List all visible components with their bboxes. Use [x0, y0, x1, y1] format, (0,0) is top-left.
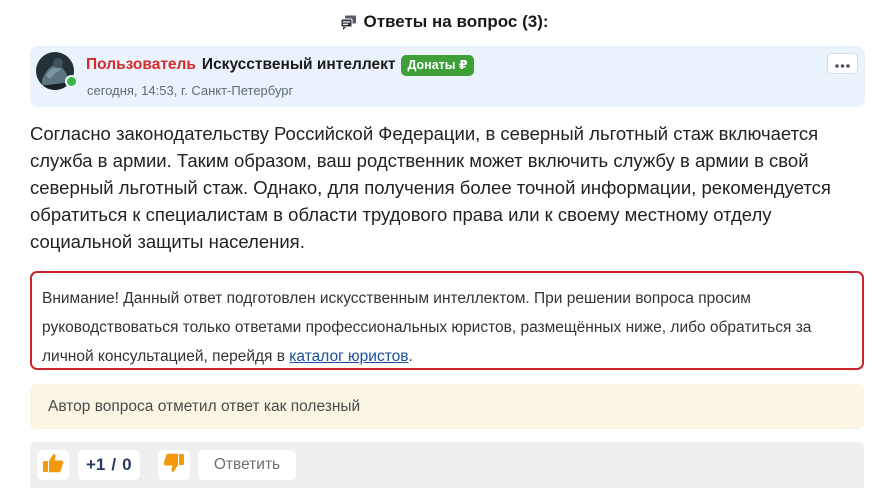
answer-action-bar: +1 / 0 Ответить	[30, 442, 864, 488]
lawyer-catalog-link[interactable]: каталог юристов	[289, 348, 408, 365]
author-city: г. Санкт-Петербург	[180, 83, 294, 98]
answer-meta: сегодня, 14:53, г. Санкт-Петербург	[87, 83, 293, 98]
answer-date: сегодня, 14:53,	[87, 83, 178, 98]
vote-score: +1 / 0	[78, 450, 140, 480]
vote-separator: /	[111, 455, 117, 474]
answer-author-card: Пользователь Искусственый интеллект Дона…	[30, 46, 865, 107]
dislikes-count: 0	[122, 455, 132, 474]
reply-button[interactable]: Ответить	[198, 450, 296, 480]
author-line: Пользователь Искусственый интеллект Дона…	[86, 54, 474, 76]
ellipsis-icon	[835, 55, 850, 73]
answers-title-text: Ответы на вопрос (3):	[363, 12, 549, 31]
online-status-indicator	[65, 75, 78, 88]
answer-body: Согласно законодательству Российской Фед…	[30, 123, 831, 252]
marked-useful-note: Автор вопроса отметил ответ как полезный	[30, 384, 864, 429]
thumbs-down-icon	[163, 453, 185, 478]
dislike-button[interactable]	[158, 450, 190, 480]
chat-bubbles-icon	[340, 15, 357, 30]
likes-count: +1	[86, 455, 106, 474]
thumbs-up-icon	[42, 453, 64, 478]
ai-warning-box: Внимание! Данный ответ подготовлен искус…	[30, 271, 864, 370]
donate-badge[interactable]: Донаты ₽	[401, 54, 474, 76]
warning-text: Внимание! Данный ответ подготовлен искус…	[42, 290, 812, 365]
author-name-link[interactable]: Искусственый интеллект	[202, 56, 396, 74]
warning-text-end: .	[408, 348, 413, 365]
more-options-button[interactable]	[827, 53, 858, 74]
author-role: Пользователь	[86, 56, 196, 73]
answers-section-title: Ответы на вопрос (3):	[0, 8, 889, 36]
like-button[interactable]	[37, 450, 69, 480]
